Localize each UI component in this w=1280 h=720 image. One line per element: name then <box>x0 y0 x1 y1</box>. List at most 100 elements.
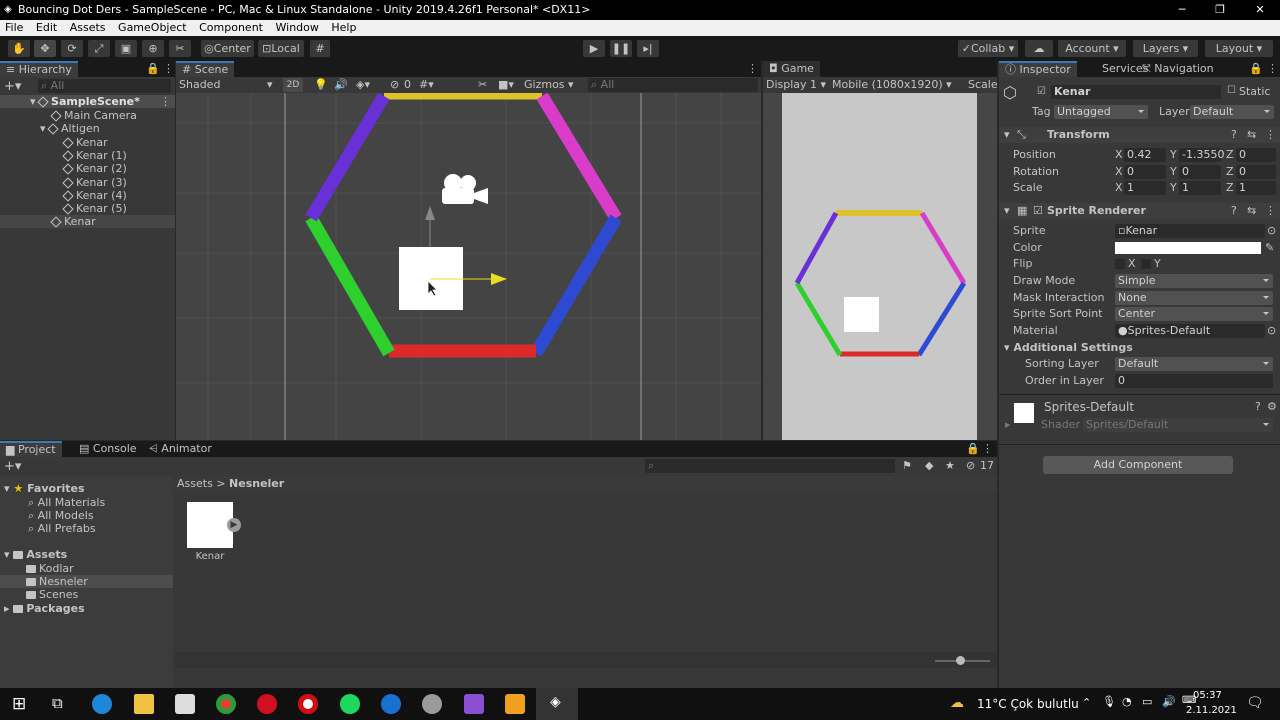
collab-button[interactable]: ✓Collab ▾ <box>958 40 1018 57</box>
spotify-icon[interactable] <box>340 694 360 714</box>
chrome-icon[interactable] <box>216 694 236 714</box>
transform-header[interactable]: ▾ ⤡ Transform ? ⇆ ⋮ <box>999 127 1280 143</box>
menu-window[interactable]: Window <box>276 21 319 34</box>
task-view-icon[interactable]: ⧉ <box>52 694 63 712</box>
list-item[interactable]: Kenar (3) <box>62 176 127 189</box>
clock-date[interactable]: 2.11.2021 <box>1186 705 1237 716</box>
layers-dropdown[interactable]: Layers ▾ <box>1133 40 1198 57</box>
rotate-tool-button[interactable]: ⟳ <box>61 40 83 57</box>
sprite-renderer-header[interactable]: ▾ ▦ ☑ Sprite Renderer ? ⇆ ⋮ <box>999 203 1280 219</box>
clock-time[interactable]: 05:37 <box>1193 690 1222 701</box>
pause-button[interactable]: ❚❚ <box>610 40 632 57</box>
resolution-dropdown[interactable]: Mobile (1080x1920) ▾ <box>832 77 952 93</box>
hexagon-edge-lower-right[interactable] <box>530 214 622 357</box>
tab-scene[interactable]: # Scene <box>176 61 235 77</box>
volume-icon[interactable]: 🔊 <box>1162 695 1176 708</box>
move-gizmo-y-arrow-icon[interactable] <box>425 206 435 220</box>
icon-size-slider-handle[interactable] <box>956 656 965 665</box>
file-explorer-icon[interactable] <box>134 694 154 714</box>
hand-tool-button[interactable]: ✋ <box>8 40 30 57</box>
opera-icon[interactable] <box>257 694 277 714</box>
scene-menu-icon[interactable]: ⋮ <box>160 95 171 108</box>
position-z-field[interactable]: 0 <box>1236 148 1276 162</box>
more-menu-icon[interactable]: ⋮ <box>163 61 174 77</box>
menu-gameobject[interactable]: GameObject <box>118 21 187 34</box>
menu-file[interactable]: File <box>5 21 23 34</box>
color-swatch[interactable] <box>1115 242 1261 254</box>
list-item[interactable]: ⌕ All Materials <box>28 496 105 509</box>
hexagon-edge-lower-left[interactable] <box>305 214 395 357</box>
search-by-label-icon[interactable]: ◆ <box>925 459 933 472</box>
move-gizmo-x-arrow-icon[interactable] <box>491 273 507 285</box>
static-checkbox[interactable]: ☐ <box>1227 85 1236 96</box>
transform-tool-button[interactable]: ⊕ <box>142 40 164 57</box>
pivot-center-button[interactable]: ◎Center <box>201 40 254 57</box>
packages-foldout[interactable]: ▸ Packages <box>4 602 85 615</box>
rotation-z-field[interactable]: 0 <box>1236 165 1276 179</box>
list-item[interactable]: Kenar (5) <box>62 202 127 215</box>
list-item[interactable]: Kenar <box>0 215 175 228</box>
pivot-local-button[interactable]: ⊡Local <box>258 40 304 57</box>
additional-settings-foldout[interactable]: ▾ Additional Settings <box>1004 341 1133 355</box>
minimize-button[interactable]: ─ <box>1162 0 1202 20</box>
position-x-field[interactable]: 0.42 <box>1124 148 1166 162</box>
hexagon-edge-upper-left[interactable] <box>305 93 390 222</box>
hidden-objects-icon[interactable]: ⊘ <box>390 78 399 91</box>
move-tool-button[interactable]: ✥ <box>34 40 56 57</box>
microphone-icon[interactable]: 🎙 <box>1102 695 1116 708</box>
display-dropdown[interactable]: Display 1 ▾ <box>766 77 826 93</box>
draw-mode-dropdown[interactable]: Simple <box>1115 274 1273 288</box>
scale-x-field[interactable]: 1 <box>1124 181 1166 195</box>
layer-dropdown[interactable]: Default <box>1190 105 1274 119</box>
play-button[interactable]: ▶ <box>583 40 605 57</box>
list-item[interactable]: Kenar (4) <box>62 189 127 202</box>
camera-icon[interactable]: ■▾ <box>498 78 514 91</box>
list-item[interactable]: Main Camera <box>50 109 137 122</box>
layout-dropdown[interactable]: Layout ▾ <box>1205 40 1273 57</box>
step-button[interactable]: ▸| <box>637 40 659 57</box>
figma-icon[interactable] <box>505 694 525 714</box>
menu-component[interactable]: Component <box>199 21 263 34</box>
tab-game[interactable]: ◘ Game <box>763 61 820 77</box>
sorting-layer-dropdown[interactable]: Default <box>1115 357 1273 371</box>
weather-text[interactable]: 11°C Çok bulutlu <box>977 697 1079 711</box>
tray-expand-icon[interactable]: ⌃ <box>1082 696 1091 709</box>
project-search-input[interactable]: ⌕ <box>645 459 895 473</box>
grid-toggle-icon[interactable]: #▾ <box>419 78 434 91</box>
scale-z-field[interactable]: 1 <box>1236 181 1276 195</box>
object-picker-icon[interactable]: ⊙ <box>1267 224 1276 238</box>
gizmos-dropdown[interactable]: Gizmos ▾ <box>524 78 574 91</box>
maximize-button[interactable]: ❐ <box>1200 0 1240 20</box>
lighting-icon[interactable]: 💡 <box>314 78 328 91</box>
custom-tool-button[interactable]: ✂ <box>169 40 191 57</box>
material-field[interactable]: ●Sprites-Default <box>1115 324 1265 338</box>
object-name-field[interactable]: Kenar <box>1051 85 1221 99</box>
rect-tool-button[interactable]: ▣ <box>115 40 137 57</box>
game-canvas[interactable] <box>782 93 977 440</box>
more-menu-icon[interactable]: ⋮ <box>747 61 758 77</box>
component-menu-icon[interactable]: ⋮ <box>1265 204 1276 218</box>
create-asset-button[interactable]: +▾ <box>4 459 21 474</box>
scene-canvas[interactable] <box>176 93 761 440</box>
edge-icon[interactable] <box>92 694 112 714</box>
expand-asset-icon[interactable]: ▶ <box>227 518 241 532</box>
create-button[interactable]: +▾ <box>4 79 21 94</box>
account-dropdown[interactable]: Account ▾ <box>1058 40 1126 57</box>
assets-foldout[interactable]: ▾ Assets <box>4 548 67 561</box>
component-menu-icon[interactable]: ⋮ <box>1265 128 1276 142</box>
flip-y-checkbox[interactable] <box>1141 259 1151 269</box>
sprite-field[interactable]: ▫Kenar <box>1115 224 1265 238</box>
visual-studio-icon[interactable] <box>464 694 484 714</box>
breadcrumb-nesneler[interactable]: Nesneler <box>229 477 284 490</box>
list-item[interactable]: Nesneler <box>0 575 173 588</box>
mask-interaction-dropdown[interactable]: None <box>1115 291 1273 305</box>
list-item[interactable]: Kodlar <box>26 562 74 575</box>
favorite-star-icon[interactable]: ★ <box>945 459 955 472</box>
battery-icon[interactable]: ▭ <box>1142 695 1152 708</box>
tools-icon[interactable]: ✂ <box>478 78 487 91</box>
tab-inspector[interactable]: ⓘ Inspector <box>999 61 1077 77</box>
preset-icon[interactable]: ⇆ <box>1247 128 1256 142</box>
list-item[interactable]: Kenar (2) <box>62 162 127 175</box>
unity-taskbar-button[interactable]: ◈ <box>536 688 578 720</box>
scale-tool-button[interactable]: ⤢ <box>88 40 110 57</box>
